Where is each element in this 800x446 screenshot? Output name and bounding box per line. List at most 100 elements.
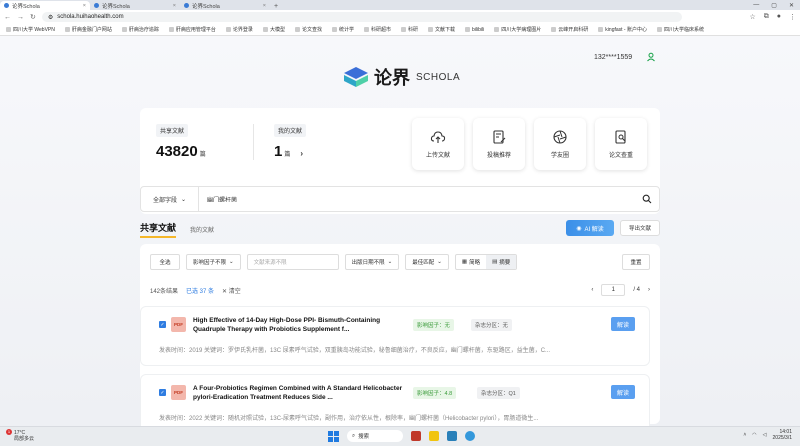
site-logo[interactable]: 论界 SCHOLA <box>342 64 460 90</box>
close-icon[interactable]: × <box>83 3 86 9</box>
extensions-icon[interactable]: ⧉ <box>764 13 769 21</box>
chrome-icon[interactable] <box>465 431 475 441</box>
profile-icon[interactable]: ● <box>777 13 781 21</box>
close-icon[interactable]: × <box>173 3 176 9</box>
bookmark-icon <box>168 27 174 32</box>
browser-icon[interactable] <box>447 431 457 441</box>
browser-tab[interactable]: 论界Schola × <box>90 1 180 10</box>
back-icon[interactable]: ← <box>4 14 11 21</box>
submission-recommend-button[interactable]: 投稿推荐 <box>473 118 525 170</box>
reset-button[interactable]: 重置 <box>622 254 650 270</box>
folder-icon[interactable] <box>429 431 439 441</box>
journal-input[interactable]: 文献来源不限 <box>246 254 339 270</box>
pdf-icon: PDF <box>171 317 186 332</box>
close-window-icon[interactable]: ✕ <box>789 2 794 9</box>
chevron-right-icon[interactable]: › <box>300 149 303 158</box>
windows-start-icon[interactable] <box>328 430 339 442</box>
menu-icon[interactable]: ⋮ <box>789 13 796 21</box>
item-title[interactable]: High Effective of 14-Day High-Dose PPI- … <box>193 316 413 334</box>
item-title[interactable]: A Four-Probiotics Regimen Combined with … <box>193 384 413 402</box>
search-input[interactable] <box>199 196 635 202</box>
page-input[interactable]: 1 <box>601 284 626 296</box>
export-button[interactable]: 导出文献 <box>620 220 660 236</box>
list-item[interactable]: ✓ PDF A Four-Probiotics Regimen Combined… <box>140 374 650 426</box>
interpret-button[interactable]: 解读 <box>611 317 635 331</box>
bookmark-item[interactable]: 四川大学临床系统 <box>656 26 704 33</box>
year-select[interactable]: 出版日期不限 ⌄ <box>344 254 400 270</box>
view-toggle: ▦ 简略 ▤ 摘要 <box>454 254 518 270</box>
sort-select[interactable]: 最佳匹配 ⌄ <box>405 254 449 270</box>
bookmark-item[interactable]: 论文查找 <box>294 26 322 33</box>
ai-read-button[interactable]: ◉ AI 解读 <box>566 220 614 236</box>
bookmark-item[interactable]: 四川大学 WebVPN <box>6 26 55 33</box>
close-icon[interactable]: × <box>263 3 266 9</box>
interpret-button[interactable]: 解读 <box>611 385 635 399</box>
search-bar: 全部字段 ⌄ <box>140 186 660 212</box>
tab-shared[interactable]: 共享文献 <box>140 221 177 238</box>
bookmark-item[interactable]: 四川大学病理图片 <box>494 26 541 33</box>
search-button[interactable] <box>635 194 659 204</box>
search-scope-select[interactable]: 全部字段 ⌄ <box>141 187 199 211</box>
clock[interactable]: 14:01 2025/3/1 <box>773 429 792 441</box>
view-brief-button[interactable]: ▦ 简略 <box>456 255 486 269</box>
bookmark-item[interactable]: 大模型 <box>262 26 285 33</box>
impact-badge: 影响因子：4.8 <box>413 387 457 399</box>
prev-page-icon[interactable]: ‹ <box>591 287 593 293</box>
weather-widget[interactable]: 1 17°C 局部多云 <box>6 429 34 442</box>
pdf-icon: PDF <box>171 385 186 400</box>
scholar-circle-button[interactable]: 学友圈 <box>534 118 586 170</box>
bookmark-item[interactable]: 统计学 <box>331 26 354 33</box>
maximize-icon[interactable]: ▢ <box>771 2 777 9</box>
reload-icon[interactable]: ↻ <box>30 13 36 21</box>
list-item[interactable]: ✓ PDF High Effective of 14-Day High-Dose… <box>140 306 650 366</box>
bookmarks-bar: 四川大学 WebVPN 肝病金融门户网站 肝病治疗追踪 肝病应用管理平台 论界登录 大模型… <box>0 24 800 36</box>
bookmark-item[interactable]: 科研超市 <box>363 26 391 33</box>
item-desc: 发表时间：2022 关键词：随机对照试验，13C-尿素呼气试验，副作用，治疗依从… <box>159 416 539 422</box>
select-all-button[interactable]: 全选 <box>150 254 180 270</box>
tab-mine[interactable]: 我的文献 <box>190 225 214 234</box>
taskbar-search[interactable]: ⌕ 搜索 <box>347 430 403 442</box>
bookmark-item[interactable]: bilibili <box>465 27 484 33</box>
bookmark-item[interactable]: 科研 <box>401 26 418 33</box>
minimize-icon[interactable]: — <box>753 2 759 9</box>
bookmark-item[interactable]: 肝病金融门户网站 <box>64 26 112 33</box>
star-icon[interactable]: ☆ <box>749 13 755 21</box>
chevron-down-icon: ⌄ <box>180 196 187 203</box>
forward-icon[interactable]: → <box>17 14 24 21</box>
bookmark-item[interactable]: kingfast - 账户中心 <box>598 26 647 33</box>
url-field[interactable]: ⚙ schola.huihaohealth.com <box>41 12 682 22</box>
bookmark-item[interactable]: 肝病治疗追踪 <box>121 26 159 33</box>
next-page-icon[interactable]: › <box>648 287 650 293</box>
browser-tab[interactable]: 论界Schola × <box>180 1 270 10</box>
new-tab-icon[interactable]: + <box>270 3 282 10</box>
plagiarism-check-button[interactable]: 论文查重 <box>595 118 647 170</box>
user-phone[interactable]: 132****1559 <box>594 54 632 61</box>
view-detail-button[interactable]: ▤ 摘要 <box>486 255 517 269</box>
bookmark-item[interactable]: 肝病应用管理平台 <box>168 26 216 33</box>
wifi-icon[interactable]: ◠ <box>752 432 756 438</box>
site-info-icon[interactable]: ⚙ <box>48 14 53 21</box>
bookmark-icon <box>225 27 231 32</box>
upload-button[interactable]: 上传文献 <box>412 118 464 170</box>
browser-tab[interactable]: 论界Schola × <box>0 1 90 10</box>
checkbox[interactable]: ✓ <box>159 321 166 328</box>
user-icon[interactable] <box>646 52 656 62</box>
bookmark-item[interactable]: 论界登录 <box>225 26 253 33</box>
app-icon[interactable] <box>411 431 421 441</box>
item-desc: 发表时间：2019 关键词：罗伊氏乳杆菌，13C 尿素呼气试验，双重胰岛功能试验… <box>159 348 551 354</box>
chevron-down-icon: ⌄ <box>387 259 393 265</box>
bookmark-icon <box>656 27 662 32</box>
clear-button[interactable]: ✕ 清空 <box>222 286 241 295</box>
volume-icon[interactable]: ◁ <box>763 432 767 438</box>
impact-factor-select[interactable]: 影响因子不限 ⌄ <box>186 254 241 270</box>
logo-icon <box>344 67 368 87</box>
checkbox[interactable]: ✓ <box>159 389 166 396</box>
taskbar: 1 17°C 局部多云 ⌕ 搜索 ˄ ◠ ◁ 14:01 2025/3/1 <box>0 426 800 446</box>
bookmark-item[interactable]: 云峰开启科研 <box>551 26 588 33</box>
bookmark-item[interactable]: 文献下载 <box>428 26 455 33</box>
grid-icon: ▦ <box>461 259 468 265</box>
document-edit-icon <box>493 130 506 144</box>
bookmark-icon <box>6 27 11 32</box>
chevron-up-icon[interactable]: ˄ <box>743 432 746 438</box>
mine-stat[interactable]: 我的文献 1 篇 › <box>274 124 307 160</box>
